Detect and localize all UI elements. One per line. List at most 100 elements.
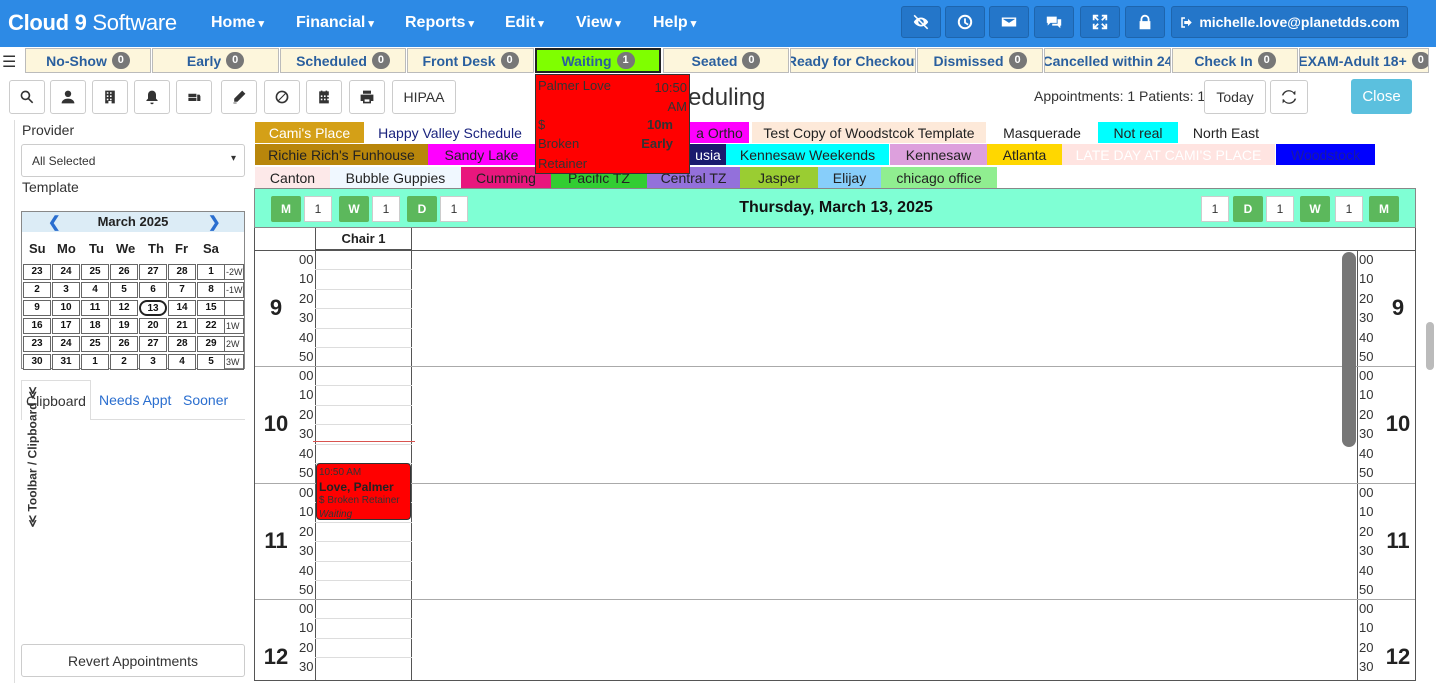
location-chip[interactable]: Not real: [1098, 122, 1178, 143]
calendar-day[interactable]: 29: [197, 336, 225, 352]
hide-phi-button[interactable]: [901, 6, 941, 38]
menu-help[interactable]: Help: [653, 14, 696, 32]
revert-appointments-button[interactable]: Revert Appointments: [21, 644, 245, 677]
tab-needs-appt[interactable]: Needs Appt: [99, 392, 171, 408]
chat-button[interactable]: [1034, 6, 1074, 38]
location-chip[interactable]: Kennesaw Weekends: [726, 144, 889, 165]
hipaa-button[interactable]: HIPAA: [392, 80, 456, 114]
calendar-day[interactable]: 11: [81, 300, 109, 316]
status-tab-ready-for-checkout[interactable]: Ready for Checkout: [790, 48, 916, 73]
close-button[interactable]: Close: [1351, 79, 1412, 114]
status-tab-early[interactable]: Early 0: [152, 48, 279, 73]
user-logout-button[interactable]: michelle.love@planetdds.com: [1171, 6, 1408, 38]
location-chip[interactable]: North East: [1178, 122, 1274, 143]
location-chip[interactable]: Bubble Guppies: [330, 167, 461, 188]
calendar-day[interactable]: 16: [23, 318, 51, 334]
location-chip[interactable]: Happy Valley Schedule: [364, 122, 536, 143]
calendar-day[interactable]: 4: [81, 282, 109, 298]
calendar-day[interactable]: 31: [52, 354, 80, 370]
location-chip[interactable]: Jasper: [740, 167, 818, 188]
calendar-day[interactable]: 18: [81, 318, 109, 334]
next-month-count[interactable]: 1: [1335, 196, 1363, 222]
status-tab-waiting[interactable]: Waiting 1: [535, 48, 661, 73]
calendar-day[interactable]: 8: [197, 282, 225, 298]
calendar-day[interactable]: 3: [139, 354, 167, 370]
calendar-day[interactable]: 4: [168, 354, 196, 370]
calendar-day[interactable]: 2: [110, 354, 138, 370]
calendar-day[interactable]: 23: [23, 336, 51, 352]
menu-edit[interactable]: Edit: [505, 14, 544, 32]
app-logo[interactable]: Cloud 9 Software: [8, 10, 177, 36]
status-tab-front-desk[interactable]: Front Desk 0: [407, 48, 534, 73]
status-tab-scheduled[interactable]: Scheduled 0: [280, 48, 406, 73]
clock-button[interactable]: [945, 6, 985, 38]
calendar-day[interactable]: 28: [168, 264, 196, 280]
menu-reports[interactable]: Reports: [405, 14, 474, 32]
location-chip[interactable]: Test Copy of Woodstcok Template: [752, 122, 986, 143]
calendar-next-icon[interactable]: ❯: [208, 213, 221, 231]
calendar-day[interactable]: 3: [52, 282, 80, 298]
hamburger-menu-icon[interactable]: ☰: [2, 52, 16, 72]
location-chip[interactable]: chicago office: [881, 167, 997, 188]
next-month-button[interactable]: M: [1369, 196, 1399, 222]
status-tab-exam-adult-18-[interactable]: EXAM-Adult 18+ 0: [1299, 48, 1429, 73]
location-chip[interactable]: Canton: [255, 167, 330, 188]
calendar-day[interactable]: 27: [139, 264, 167, 280]
menu-home[interactable]: Home: [211, 14, 264, 32]
tab-clipboard[interactable]: Clipboard: [21, 380, 91, 420]
calendar-day-selected[interactable]: 13: [139, 300, 167, 316]
search-button[interactable]: [9, 80, 45, 114]
patient-button[interactable]: [50, 80, 86, 114]
calendar-prev-icon[interactable]: ❮: [48, 213, 61, 231]
next-day-button[interactable]: D: [1233, 196, 1263, 222]
calendar-day[interactable]: 26: [110, 264, 138, 280]
calendar-day[interactable]: 1: [197, 264, 225, 280]
calendar-day[interactable]: 15: [197, 300, 225, 316]
calendar-day[interactable]: 27: [139, 336, 167, 352]
location-chip[interactable]: Atlanta: [987, 144, 1062, 165]
calendar-day[interactable]: 23: [23, 264, 51, 280]
next-week-button[interactable]: W: [1300, 196, 1330, 222]
calendar-day[interactable]: 22: [197, 318, 225, 334]
page-scrollbar[interactable]: [1426, 322, 1434, 370]
next-week-count[interactable]: 1: [1266, 196, 1294, 222]
location-chip[interactable]: Cami's Place: [255, 122, 364, 143]
calendar-week-jump[interactable]: 1W: [224, 318, 244, 334]
calendar-day[interactable]: 21: [168, 318, 196, 334]
calendar-day[interactable]: 7: [168, 282, 196, 298]
messages-button[interactable]: [989, 6, 1029, 38]
calendar-day[interactable]: 28: [168, 336, 196, 352]
calendar-week-jump[interactable]: [224, 300, 244, 316]
location-chip[interactable]: Masquerade: [986, 122, 1098, 143]
calendar-day[interactable]: 5: [197, 354, 225, 370]
calendar-day[interactable]: 25: [81, 336, 109, 352]
calendar-day[interactable]: 6: [139, 282, 167, 298]
status-tab-seated[interactable]: Seated 0: [663, 48, 789, 73]
calendar-week-jump[interactable]: -2W: [224, 264, 244, 280]
calendar-button[interactable]: [306, 80, 342, 114]
calendar-day[interactable]: 10: [52, 300, 80, 316]
calendar-day[interactable]: 17: [52, 318, 80, 334]
lock-button[interactable]: [1125, 6, 1165, 38]
block-button[interactable]: [264, 80, 300, 114]
schedule-scrollbar[interactable]: [1342, 252, 1356, 447]
calendar-day[interactable]: 9: [23, 300, 51, 316]
calendar-day[interactable]: 12: [110, 300, 138, 316]
status-tab-check-in[interactable]: Check In 0: [1172, 48, 1298, 73]
calendar-day[interactable]: 26: [110, 336, 138, 352]
location-chip[interactable]: a Ortho: [690, 122, 749, 143]
calendar-day[interactable]: 20: [139, 318, 167, 334]
tab-sooner[interactable]: Sooner: [183, 392, 228, 408]
calendar-week-jump[interactable]: -1W: [224, 282, 244, 298]
print-button[interactable]: [349, 80, 385, 114]
fullscreen-button[interactable]: [1080, 6, 1120, 38]
calendar-day[interactable]: 25: [81, 264, 109, 280]
refresh-button[interactable]: [1270, 80, 1308, 114]
location-chip[interactable]: Richie Rich's Funhouse: [255, 144, 428, 165]
edit-button[interactable]: [221, 80, 257, 114]
calendar-day[interactable]: 24: [52, 264, 80, 280]
status-tab-no-show[interactable]: No-Show 0: [25, 48, 151, 73]
menu-financial[interactable]: Financial: [296, 14, 374, 32]
tools-button[interactable]: [176, 80, 212, 114]
location-chip[interactable]: Sandy Lake: [428, 144, 535, 165]
